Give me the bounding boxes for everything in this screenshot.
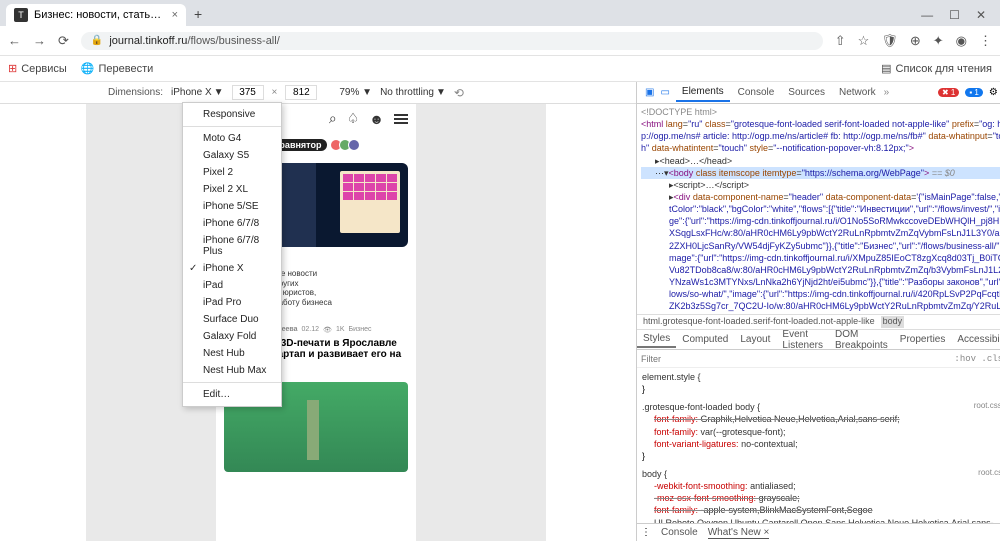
tab-event-listeners[interactable]: Event Listeners [776,327,829,353]
tab-sources[interactable]: Sources [782,84,831,101]
url-host: journal.tinkoff.ru [109,35,187,47]
device-option[interactable]: Responsive [183,106,281,123]
bookmarks-bar: ⊞ Сервисы 🌐 Перевести ▤ Список для чтени… [0,56,1000,82]
device-option[interactable]: iPad Pro [183,294,281,311]
tab-styles[interactable]: Styles [637,331,676,348]
tab-layout[interactable]: Layout [734,332,776,347]
bell-icon[interactable]: ♤ [347,110,360,127]
shield-icon[interactable]: 🛡 [881,33,898,49]
device-select[interactable]: iPhone X ▼ [171,87,224,98]
translate-bm[interactable]: 🌐 Перевести [81,62,153,75]
address-bar: ← → ⟳ 🔒 journal.tinkoff.ru/flows/busines… [0,26,1000,56]
drawer-tab-console[interactable]: Console [661,527,698,538]
tab-computed[interactable]: Computed [676,332,734,347]
window-close-icon[interactable]: ✕ [976,8,986,22]
maximize-icon[interactable]: ☐ [949,8,960,22]
device-option[interactable]: Surface Duo [183,311,281,328]
error-count[interactable]: ✖ 1 [938,88,959,97]
tab-dom-breakpoints[interactable]: DOM Breakpoints [829,327,894,353]
device-option[interactable]: iPad [183,277,281,294]
devtools-panel: ▣ ▭ Elements Console Sources Network » ✖… [636,82,1000,541]
device-option[interactable]: iPhone 6/7/8 Plus [183,232,281,260]
styles-tabs: Styles Computed Layout Event Listeners D… [637,330,1000,350]
device-option[interactable]: iPhone 5/SE [183,198,281,215]
issue-count[interactable]: ▪ 1 [965,88,983,97]
window-controls: — ☐ ✕ [913,8,994,26]
tab-title: Бизнес: новости, статьи, разбо [34,9,166,21]
device-option[interactable]: Moto G4 [183,130,281,147]
hover-toggle[interactable]: :hov .cls + [954,354,1000,364]
devtools-drawer: ⋮ Console What's New × × [637,523,1000,541]
tabs-more-icon[interactable]: » [884,87,890,98]
extensions-icon[interactable]: ✦ [933,33,944,49]
url-path: /flows/business-all/ [187,35,279,47]
menu-icon[interactable]: ⋮ [979,33,992,49]
device-option[interactable]: Galaxy S5 [183,147,281,164]
share-icon[interactable]: ⇧ [835,33,846,49]
device-option[interactable]: iPhone X [183,260,281,277]
back-button[interactable]: ← [8,33,21,48]
zoom-select[interactable]: 79% ▼ [339,87,372,98]
tab-accessibility[interactable]: Accessibility [951,332,1000,347]
styles-pane[interactable]: element.style {} root.css:14 .grotesque-… [637,368,1000,523]
tab-close-icon[interactable]: × [172,9,178,21]
device-option[interactable]: Galaxy Fold [183,328,281,345]
dim-x: × [272,87,278,98]
drawer-menu-icon[interactable]: ⋮ [641,527,651,538]
favicon: Т [14,8,28,22]
lock-icon: 🔒 [91,35,103,46]
browser-tab[interactable]: Т Бизнес: новости, статьи, разбо × [6,4,186,26]
devtools-tabs: ▣ ▭ Elements Console Sources Network » ✖… [637,82,1000,104]
apps-button[interactable]: ⊞ Сервисы [8,62,67,75]
tab-elements[interactable]: Elements [676,83,730,102]
device-option[interactable]: Pixel 2 [183,164,281,181]
hamburger-icon[interactable] [394,114,408,124]
device-dropdown: Responsive Moto G4Galaxy S5Pixel 2Pixel 2… [182,102,282,407]
url-input[interactable]: 🔒 journal.tinkoff.ru/flows/business-all/ [81,32,823,50]
throttling-select[interactable]: No throttling ▼ [380,87,446,98]
new-tab-button[interactable]: + [186,2,210,26]
dimensions-label: Dimensions: [108,87,163,98]
minimize-icon[interactable]: — [921,8,933,22]
forward-button[interactable]: → [33,33,46,48]
user-icon[interactable]: ☻ [369,111,384,127]
styles-filter-input[interactable] [641,354,954,364]
device-option[interactable]: Pixel 2 XL [183,181,281,198]
device-option[interactable]: Nest Hub Max [183,362,281,379]
rotate-icon[interactable]: ⟲ [454,86,464,100]
device-toggle-icon[interactable]: ▭ [660,87,669,98]
translate-ext-icon[interactable]: ⊕ [910,33,921,49]
height-input[interactable] [285,85,317,100]
bookmark-icon[interactable]: ☆ [858,33,870,49]
width-input[interactable] [232,85,264,100]
profile-icon[interactable]: ◉ [956,33,967,49]
tab-console[interactable]: Console [732,84,781,101]
device-option[interactable]: Nest Hub [183,345,281,362]
settings-icon[interactable]: ⚙ [989,87,998,98]
device-emulation-panel: Dimensions: iPhone X ▼ × 79% ▼ No thrott… [0,82,636,541]
inspect-icon[interactable]: ▣ [645,87,654,98]
tab-properties[interactable]: Properties [894,332,952,347]
reload-button[interactable]: ⟳ [58,33,69,49]
device-option[interactable]: iPhone 6/7/8 [183,215,281,232]
device-option[interactable]: Edit… [183,386,281,403]
drawer-tab-whatsnew[interactable]: What's New × [708,527,770,539]
elements-tree[interactable]: <!DOCTYPE html> <html lang="ru" class="g… [637,104,1000,314]
tab-network[interactable]: Network [833,84,882,101]
search-icon[interactable]: ⌕ [329,110,337,127]
device-toolbar: Dimensions: iPhone X ▼ × 79% ▼ No thrott… [0,82,636,104]
reading-list-button[interactable]: ▤ Список для чтения [881,62,992,75]
browser-titlebar: Т Бизнес: новости, статьи, разбо × + — ☐… [0,0,1000,26]
